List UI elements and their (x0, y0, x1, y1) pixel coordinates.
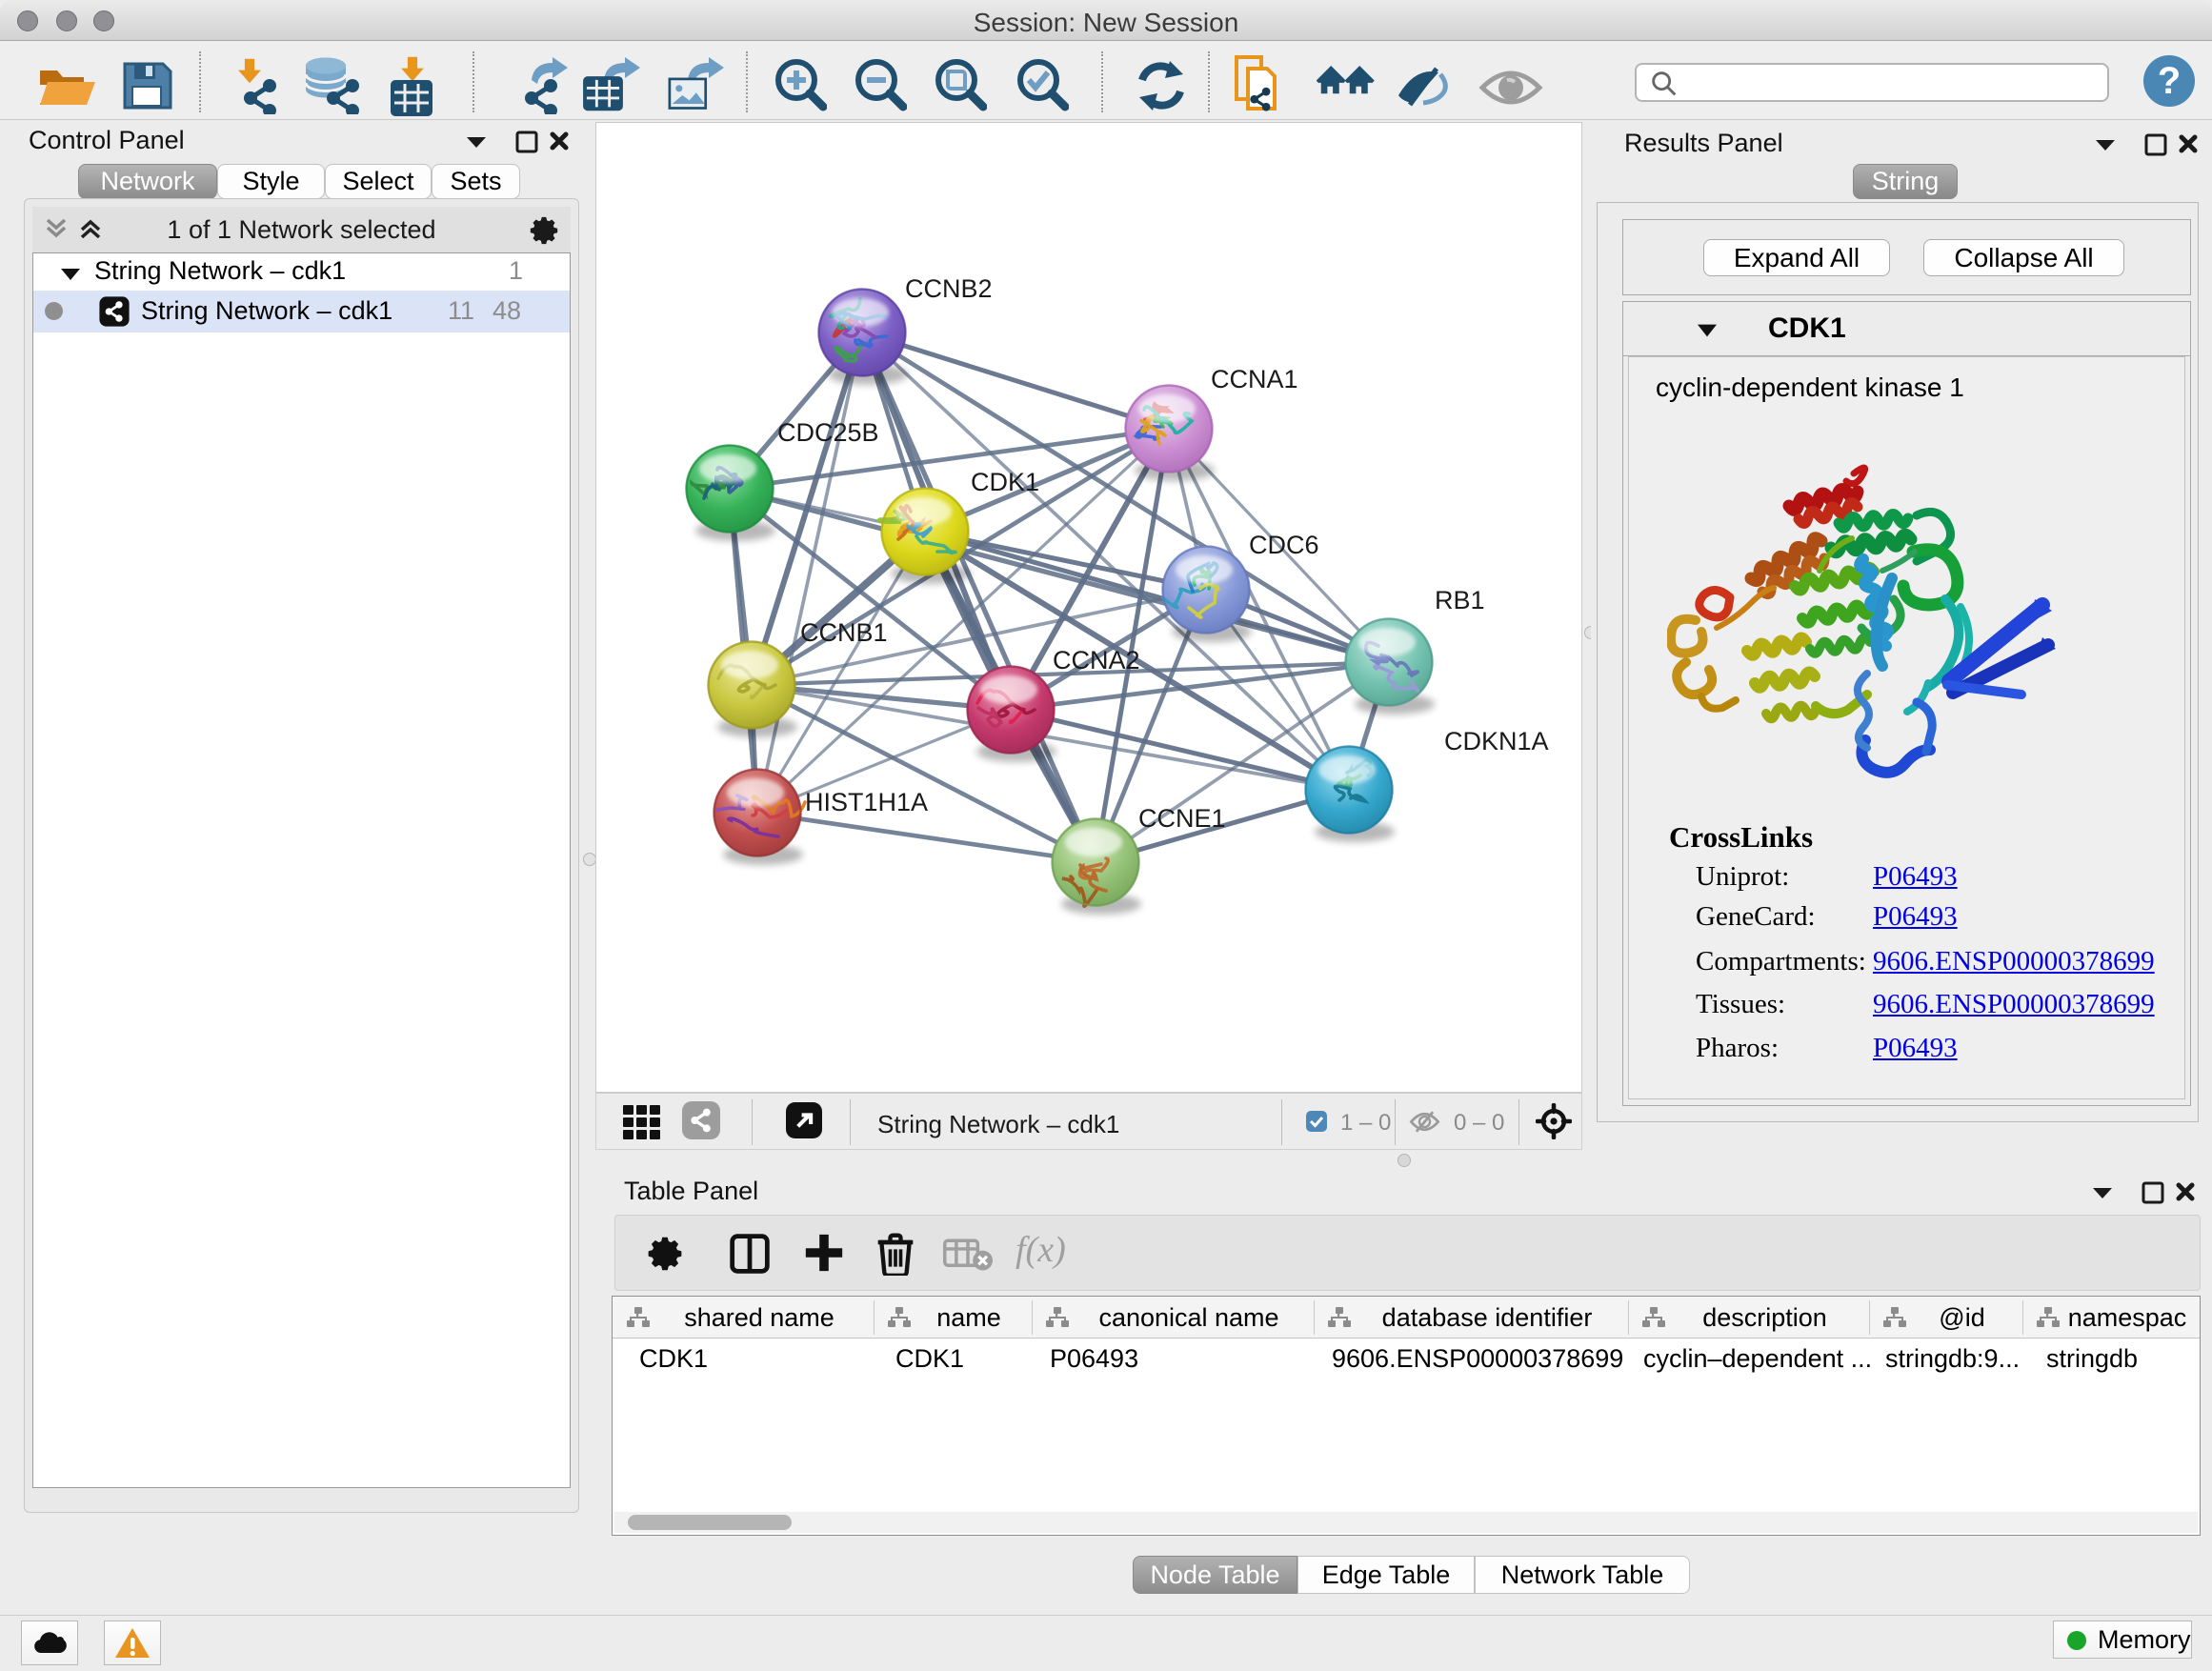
svg-text:CCNE1: CCNE1 (1138, 804, 1226, 833)
svg-text:CCNA2: CCNA2 (1053, 646, 1140, 674)
svg-text:CDKN1A: CDKN1A (1444, 727, 1549, 755)
svg-text:?: ? (2158, 60, 2181, 102)
svg-text:CCNB2: CCNB2 (905, 274, 993, 303)
svg-text:CDC25B: CDC25B (777, 418, 879, 447)
svg-text:CCNB1: CCNB1 (800, 618, 888, 647)
svg-text:CDK1: CDK1 (971, 468, 1039, 496)
svg-text:RB1: RB1 (1435, 586, 1485, 614)
svg-text:CCNA1: CCNA1 (1211, 365, 1298, 393)
svg-text:HIST1H1A: HIST1H1A (805, 788, 928, 816)
svg-text:CDC6: CDC6 (1249, 531, 1319, 559)
